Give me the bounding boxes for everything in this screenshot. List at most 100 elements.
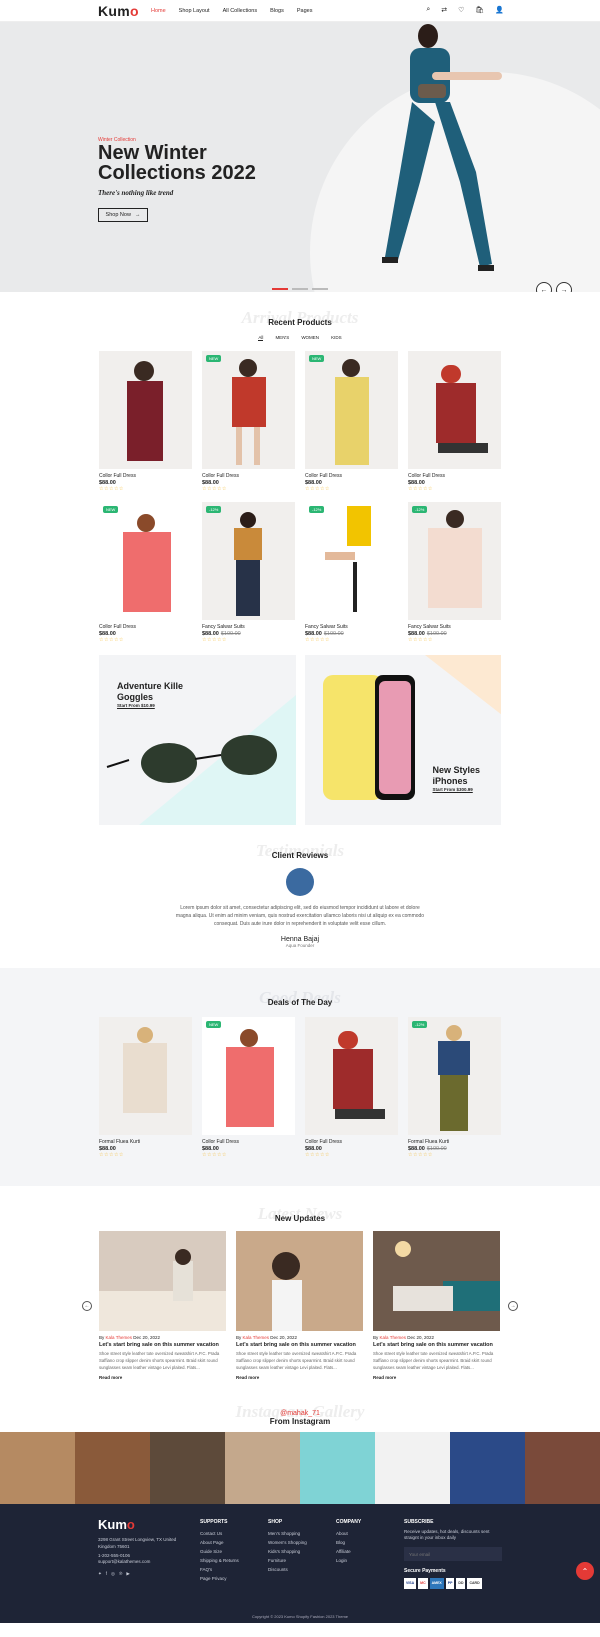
product-card[interactable]: -12% Fancy Salwar Suits $88.00 $100.00 ☆☆☆☆☆ — [408, 502, 501, 643]
twitter-icon[interactable]: ✦ — [98, 1571, 106, 1576]
tab-women[interactable]: WOMEN — [301, 335, 319, 341]
product-name[interactable]: Formal Fluea Kurti — [408, 1139, 501, 1145]
post-title[interactable]: Let's start bring sale on this summer va… — [373, 1342, 500, 1348]
menu-item-blogs[interactable]: Blogs — [270, 8, 284, 14]
cart-icon[interactable]: 🛍 — [475, 6, 484, 14]
slider-dot[interactable] — [272, 288, 288, 290]
product-card[interactable]: Collor Full Dress $88.00 ☆☆☆☆☆ — [408, 351, 501, 492]
logo[interactable]: Kumo — [98, 3, 139, 19]
footer-link[interactable]: Blog — [336, 1538, 361, 1547]
instagram-photo[interactable] — [225, 1432, 300, 1504]
footer-logo[interactable]: Kumo — [98, 1518, 193, 1532]
news-post[interactable]: By Kala Themes Dec 20, 2022 Let's start b… — [373, 1231, 500, 1380]
product-name[interactable]: Collor Full Dress — [305, 473, 398, 479]
product-image[interactable] — [408, 351, 501, 469]
post-title[interactable]: Let's start bring sale on this summer va… — [99, 1342, 226, 1348]
footer-link[interactable]: Affiliate — [336, 1547, 361, 1556]
product-card[interactable]: -12% Fancy Salwar Suits $88.00 $100.00 ☆☆☆☆☆ — [202, 502, 295, 643]
menu-item-shop-layout[interactable]: Shop Layout — [179, 8, 210, 14]
instagram-photo[interactable] — [150, 1432, 225, 1504]
instagram-photo[interactable] — [450, 1432, 525, 1504]
product-card[interactable]: NEW Collor Full Dress $88.00 ☆☆☆☆☆ — [99, 502, 192, 643]
account-icon[interactable]: 👤 — [495, 6, 504, 14]
next-slide-button[interactable]: → — [556, 282, 572, 292]
email-field[interactable] — [404, 1547, 502, 1561]
product-image[interactable]: -12% — [408, 1017, 501, 1135]
post-image[interactable] — [99, 1231, 226, 1331]
news-post[interactable]: By Kala Themes Dec 20, 2022 Let's start b… — [236, 1231, 363, 1380]
menu-item-all-collections[interactable]: All Collections — [223, 8, 258, 14]
footer-link[interactable]: Shipping & Returns — [200, 1556, 239, 1565]
product-card[interactable]: NEW Collor Full Dress $88.00 ☆☆☆☆☆ — [202, 1017, 295, 1158]
post-title[interactable]: Let's start bring sale on this summer va… — [236, 1342, 363, 1348]
instagram-photo[interactable] — [0, 1432, 75, 1504]
product-image[interactable]: -12% — [202, 502, 295, 620]
shop-now-button[interactable]: Shop Now → — [98, 208, 148, 222]
product-name[interactable]: Collor Full Dress — [408, 473, 501, 479]
footer-link[interactable]: Women's Shopping — [268, 1538, 307, 1547]
instagram-handle[interactable]: @mahak_71 — [0, 1410, 600, 1417]
footer-link[interactable]: Login — [336, 1556, 361, 1565]
product-image[interactable]: -12% — [408, 502, 501, 620]
product-card[interactable]: -12% Fancy Salwar Suits $88.00 $100.00 ☆☆☆☆☆ — [305, 502, 398, 643]
product-image[interactable]: -12% — [305, 502, 398, 620]
read-more-link[interactable]: Read more — [99, 1375, 226, 1380]
product-name[interactable]: Fancy Salwar Suits — [202, 624, 295, 630]
promo-goggles[interactable]: Adventure Kille Goggles Start From $10.99 — [99, 655, 296, 825]
back-to-top-button[interactable]: ⌃ — [576, 1562, 594, 1580]
footer-link[interactable]: About Page — [200, 1538, 239, 1547]
menu-item-home[interactable]: Home — [151, 8, 166, 14]
read-more-link[interactable]: Read more — [236, 1375, 363, 1380]
instagram-photo[interactable] — [300, 1432, 375, 1504]
footer-link[interactable]: Furniture — [268, 1556, 307, 1565]
footer-link[interactable]: Page Privacy — [200, 1574, 239, 1583]
product-name[interactable]: Fancy Salwar Suits — [408, 624, 501, 630]
product-card[interactable]: Collor Full Dress $88.00 ☆☆☆☆☆ — [305, 1017, 398, 1158]
footer-link[interactable]: Men's Shopping — [268, 1529, 307, 1538]
read-more-link[interactable]: Read more — [373, 1375, 500, 1380]
product-name[interactable]: Fancy Salwar Suits — [305, 624, 398, 630]
prev-slide-button[interactable]: ← — [536, 282, 552, 292]
footer-link[interactable]: Contact Us — [200, 1529, 239, 1538]
footer-link[interactable]: Guide Size — [200, 1547, 239, 1556]
news-prev-button[interactable]: ← — [82, 1301, 92, 1311]
footer-link[interactable]: About — [336, 1529, 361, 1538]
product-image[interactable] — [305, 1017, 398, 1135]
footer-link[interactable]: Discounts — [268, 1565, 307, 1574]
product-image[interactable] — [99, 351, 192, 469]
product-name[interactable]: Collor Full Dress — [202, 473, 295, 479]
instagram-photo[interactable] — [525, 1432, 600, 1504]
post-image[interactable] — [236, 1231, 363, 1331]
slider-dot[interactable] — [312, 288, 328, 290]
instagram-icon[interactable]: ◎ — [111, 1571, 119, 1576]
footer-email[interactable]: support@kalathemes.com — [98, 1559, 193, 1565]
post-image[interactable] — [373, 1231, 500, 1331]
news-next-button[interactable]: → — [508, 1301, 518, 1311]
footer-link[interactable]: Kids's Shopping — [268, 1547, 307, 1556]
tab-mens[interactable]: MEN'S — [275, 335, 289, 341]
product-card[interactable]: Formal Fluea Kurti $88.00 ☆☆☆☆☆ — [99, 1017, 192, 1158]
product-image[interactable]: NEW — [99, 502, 192, 620]
tab-kids[interactable]: KIDS — [331, 335, 342, 341]
search-icon[interactable]: ⌕ — [426, 6, 430, 14]
product-image[interactable]: NEW — [202, 351, 295, 469]
instagram-photo[interactable] — [375, 1432, 450, 1504]
product-card[interactable]: Collor Full Dress $88.00 ☆☆☆☆☆ — [99, 351, 192, 492]
footer-link[interactable]: FAQ's — [200, 1565, 239, 1574]
product-name[interactable]: Collor Full Dress — [99, 624, 192, 630]
product-name[interactable]: Collor Full Dress — [202, 1139, 295, 1145]
product-name[interactable]: Collor Full Dress — [99, 473, 192, 479]
instagram-photo[interactable] — [75, 1432, 150, 1504]
news-post[interactable]: By Kala Themes Dec 20, 2022 Let's start b… — [99, 1231, 226, 1380]
product-image[interactable]: NEW — [202, 1017, 295, 1135]
product-image[interactable]: NEW — [305, 351, 398, 469]
tab-all[interactable]: All — [258, 335, 264, 341]
product-name[interactable]: Formal Fluea Kurti — [99, 1139, 192, 1145]
compare-icon[interactable]: ⇄ — [441, 6, 447, 14]
slider-dot[interactable] — [292, 288, 308, 290]
youtube-icon[interactable]: ▶ — [126, 1571, 133, 1576]
promo-iphones[interactable]: New Styles iPhones Start From $300.99 — [304, 655, 501, 825]
product-card[interactable]: NEW Collor Full Dress $88.00 ☆☆☆☆☆ — [202, 351, 295, 492]
product-image[interactable] — [99, 1017, 192, 1135]
product-card[interactable]: -12% Formal Fluea Kurti $88.00 $100.00 ☆☆☆☆☆ — [408, 1017, 501, 1158]
